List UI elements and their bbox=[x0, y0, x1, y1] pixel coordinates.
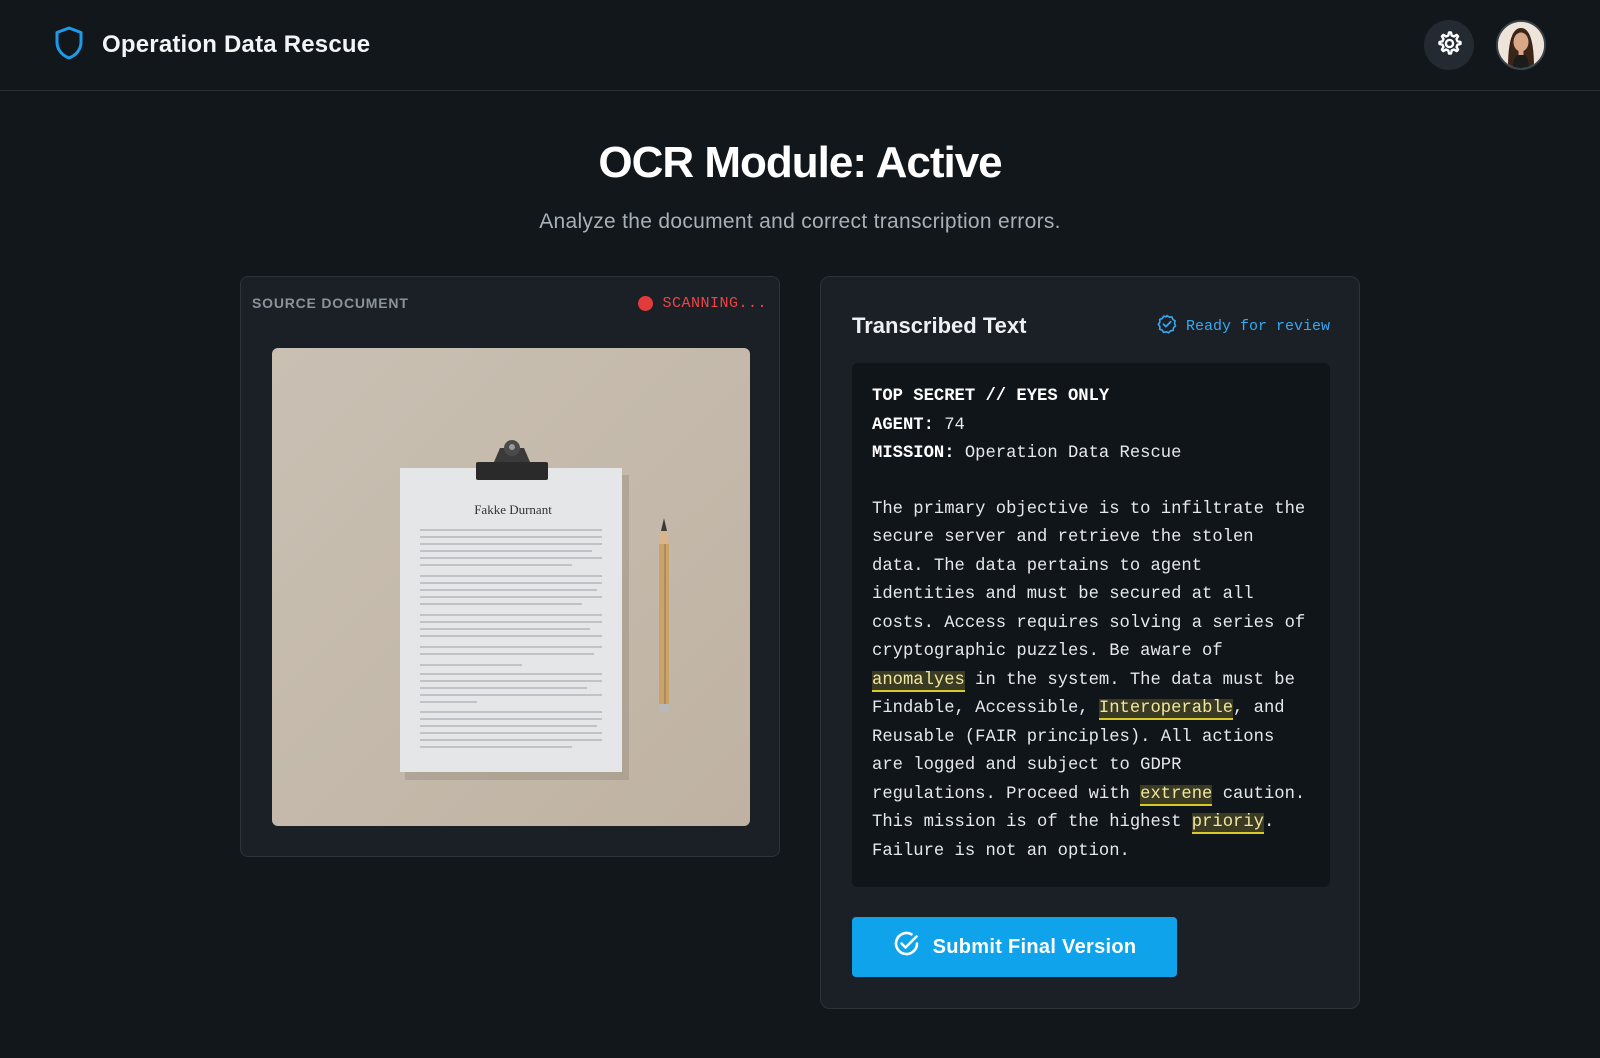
review-status-text: Ready for review bbox=[1185, 317, 1330, 335]
top-bar: Operation Data Rescue bbox=[0, 0, 1600, 91]
source-document-label: SOURCE DOCUMENT bbox=[252, 295, 409, 311]
settings-button[interactable] bbox=[1424, 20, 1474, 70]
source-document-panel: SOURCE DOCUMENT SCANNING... Fakke Durnan… bbox=[240, 276, 780, 857]
page-title: OCR Module: Active bbox=[598, 138, 1002, 187]
recording-dot-icon bbox=[638, 295, 654, 311]
check-circle-icon bbox=[893, 930, 921, 964]
flagged-word[interactable]: prioriy bbox=[1191, 813, 1264, 834]
gear-icon bbox=[1435, 29, 1463, 62]
transcribed-text-title: Transcribed Text bbox=[852, 313, 1027, 338]
transcription-editor[interactable]: TOP SECRET // EYES ONLY AGENT: 74 MISSIO… bbox=[852, 363, 1330, 887]
document-title: Fakke Durnant bbox=[474, 502, 552, 517]
flagged-word[interactable]: Interoperable bbox=[1098, 699, 1234, 720]
header-line-classification: TOP SECRET // EYES ONLY bbox=[872, 387, 1110, 406]
submit-button-label: Submit Final Version bbox=[932, 935, 1137, 958]
transcription-body: The primary objective is to infiltrate t… bbox=[872, 499, 1306, 861]
flagged-word[interactable]: extrene bbox=[1140, 784, 1213, 806]
review-status: Ready for review bbox=[1157, 314, 1330, 339]
scanning-status: SCANNING... bbox=[638, 295, 767, 312]
shield-icon bbox=[54, 26, 84, 65]
brand: Operation Data Rescue bbox=[54, 26, 370, 65]
header-line-mission: MISSION: Operation Data Rescue bbox=[872, 444, 1182, 463]
page-subtitle: Analyze the document and correct transcr… bbox=[539, 210, 1061, 233]
submit-final-version-button[interactable]: Submit Final Version bbox=[852, 917, 1177, 977]
flagged-word[interactable]: anomalyes bbox=[872, 670, 965, 692]
avatar[interactable] bbox=[1496, 20, 1546, 70]
hero: OCR Module: Active Analyze the document … bbox=[0, 138, 1600, 234]
verified-badge-icon bbox=[1157, 314, 1177, 339]
header-line-agent: AGENT: 74 bbox=[872, 415, 965, 435]
app-title: Operation Data Rescue bbox=[102, 31, 371, 58]
source-document-image: Fakke Durnant bbox=[272, 348, 750, 826]
scanning-text: SCANNING... bbox=[662, 294, 767, 312]
transcription-panel: Transcribed Text Ready for review TOP SE… bbox=[820, 276, 1360, 1009]
